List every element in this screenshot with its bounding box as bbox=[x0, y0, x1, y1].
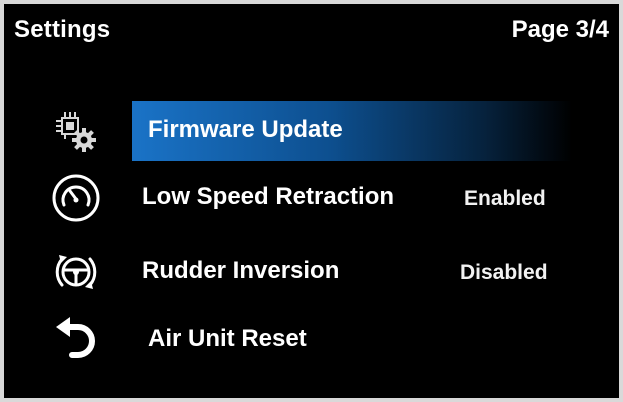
menu-item-low-speed-retraction[interactable]: Low Speed Retraction Enabled bbox=[4, 165, 623, 229]
reset-arrow-icon bbox=[48, 315, 104, 365]
menu-item-air-unit-reset[interactable]: Air Unit Reset bbox=[4, 307, 623, 371]
menu-item-label: Air Unit Reset bbox=[148, 325, 307, 352]
menu-item-label: Low Speed Retraction bbox=[142, 183, 395, 210]
menu-item-value: Disabled bbox=[460, 261, 548, 284]
menu-item-label: Rudder Inversion bbox=[142, 257, 340, 284]
menu-item-label: Firmware Update bbox=[148, 116, 343, 143]
firmware-chip-gear-icon bbox=[48, 106, 104, 156]
menu-item-value: Enabled bbox=[464, 187, 546, 210]
menu-item-firmware-update[interactable]: Firmware Update bbox=[4, 98, 623, 162]
page-indicator: Page 3/4 bbox=[511, 16, 609, 43]
settings-screen: Settings Page 3/4 Firmware Update Low Sp… bbox=[0, 0, 623, 402]
speed-gauge-icon bbox=[48, 173, 104, 223]
menu-item-rudder-inversion[interactable]: Rudder Inversion Disabled bbox=[4, 239, 623, 303]
steering-wheel-rotate-icon bbox=[48, 247, 104, 297]
page-title: Settings bbox=[14, 16, 111, 43]
